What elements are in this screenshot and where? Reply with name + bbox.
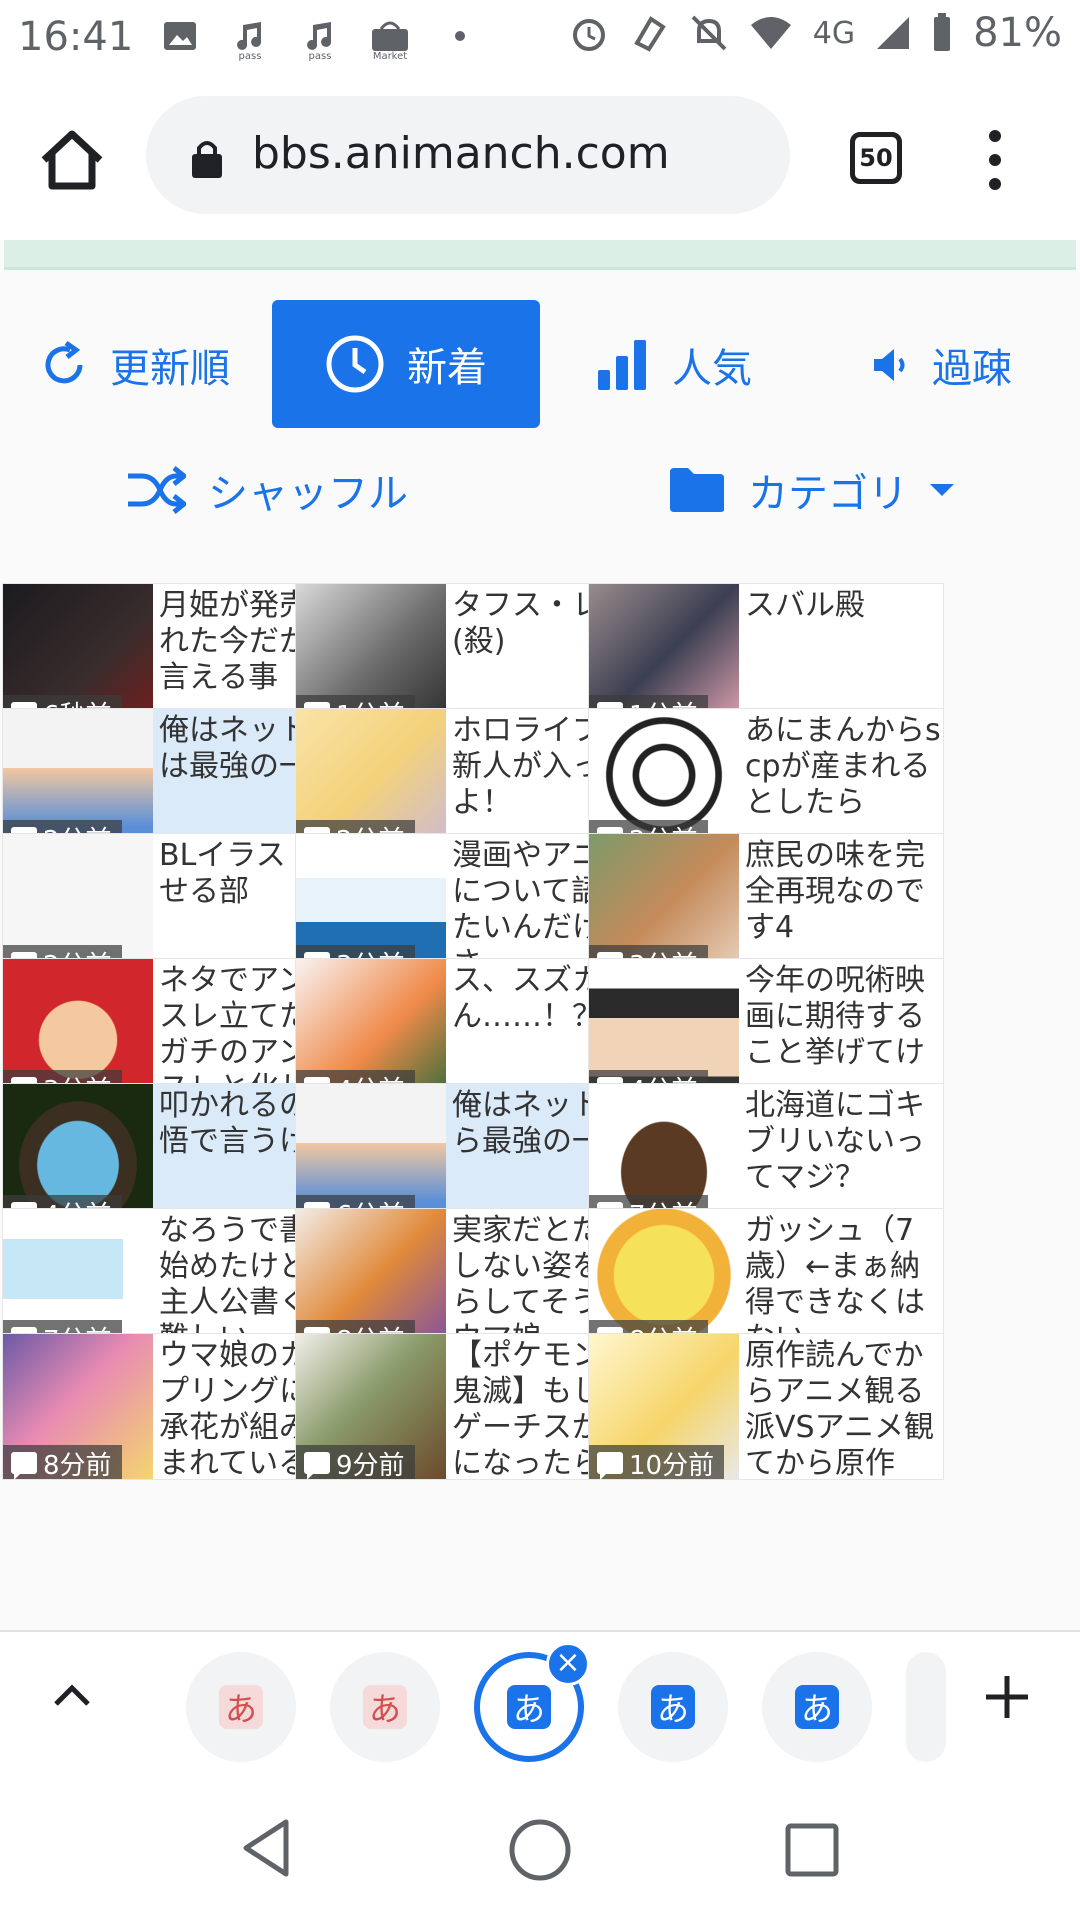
network-label: 4G (812, 15, 856, 51)
nav-new[interactable]: 新着 (272, 300, 540, 428)
recents-icon[interactable] (784, 1822, 840, 1878)
nav-shuffle[interactable]: シャッフル (126, 460, 408, 520)
status-bar: 16:41 pass pass Market 4G 81% (0, 0, 1080, 80)
chevron-up-icon[interactable] (48, 1672, 96, 1720)
thread-title[interactable]: 北海道にゴキブリいないってマジ？ (745, 1088, 941, 1196)
shuffle-icon (128, 466, 186, 514)
add-tab-icon[interactable] (984, 1674, 1030, 1720)
music-pass-icon: pass (300, 14, 340, 62)
signal-icon (877, 17, 910, 49)
caret-down-icon (930, 484, 954, 496)
thread-time: 8分前 (43, 1450, 112, 1480)
nfc-icon (633, 16, 666, 52)
mute-icon (691, 15, 727, 51)
bar-chart-icon (598, 340, 646, 390)
thread-time: 10分前 (629, 1450, 715, 1480)
home-icon[interactable] (36, 124, 108, 196)
image-icon (160, 14, 200, 58)
clock: 16:41 (18, 14, 134, 60)
thread-time: 9分前 (336, 1450, 405, 1480)
thread-title[interactable]: 今年の呪術映画に期待すること挙げてけ (745, 963, 941, 1071)
comment-icon (597, 1452, 623, 1479)
nav-past[interactable]: 過疎 (870, 335, 1012, 395)
folder-icon (670, 468, 724, 512)
back-icon[interactable] (240, 1818, 292, 1878)
close-tab-icon[interactable]: × (546, 1642, 590, 1686)
dot-icon (440, 14, 480, 58)
battery-level: 81% (973, 10, 1062, 56)
nav-popular[interactable]: 人気 (596, 335, 752, 395)
thread-thumbnail: 9分前 (296, 1334, 446, 1480)
url-text[interactable]: bbs.animanch.com (252, 128, 670, 179)
sort-nav: 更新順 新着 人気 過疎 シャッフル カテゴリ (0, 300, 1080, 600)
tab-thumbnail[interactable]: あ (330, 1652, 440, 1762)
thread-thumbnail: 8分前 (3, 1334, 153, 1480)
reply-time-badge: 10分前 (589, 1445, 725, 1480)
system-navigation-bar (0, 1778, 1080, 1920)
overflow-menu-icon[interactable] (980, 128, 1010, 192)
tab-thumbnail[interactable]: あ (618, 1652, 728, 1762)
market-icon: Market (370, 14, 410, 62)
thread-title[interactable]: 原作読んでからアニメ観る派VSアニメ観てから原作 (745, 1338, 941, 1479)
nav-update-order[interactable]: 更新順 (40, 335, 230, 395)
battery-icon (934, 13, 951, 51)
wifi-icon (750, 17, 791, 49)
home-nav-icon[interactable] (506, 1816, 574, 1884)
tab-thumbnail-partial[interactable] (906, 1652, 946, 1762)
tab-thumbnail[interactable]: あ (762, 1652, 872, 1762)
reply-time-badge: 8分前 (3, 1445, 122, 1480)
thread-title[interactable]: あにまんからscpが産まれるとしたら (745, 713, 941, 821)
thread-title[interactable]: スバル殿 (745, 588, 941, 624)
tab-switcher-strip: あ あ あ × あ あ (0, 1630, 1080, 1778)
web-page: 更新順 新着 人気 過疎 シャッフル カテゴリ 月姫が発売された今だから言える事… (0, 240, 1080, 1630)
refresh-icon (45, 341, 83, 384)
comment-icon (304, 1452, 330, 1479)
tab-thumbnail[interactable]: あ (186, 1652, 296, 1762)
lock-icon (192, 141, 222, 178)
nav-category[interactable]: カテゴリ (668, 460, 954, 520)
thread-item[interactable]: 10分前 原作読んでからアニメ観る派VSアニメ観てから原作 (588, 1333, 944, 1480)
speaker-icon (874, 349, 905, 381)
tab-count-button[interactable]: 50 (850, 132, 902, 184)
comment-icon (11, 1452, 37, 1479)
clock-icon (326, 335, 384, 393)
alarm-icon (572, 19, 605, 51)
thread-thumbnail: 10分前 (589, 1334, 739, 1480)
music-pass-icon: pass (230, 14, 270, 62)
thread-title[interactable]: 庶民の味を完全再現なのです4 (745, 838, 941, 946)
reply-time-badge: 9分前 (296, 1445, 415, 1480)
top-banner-strip (4, 240, 1076, 270)
